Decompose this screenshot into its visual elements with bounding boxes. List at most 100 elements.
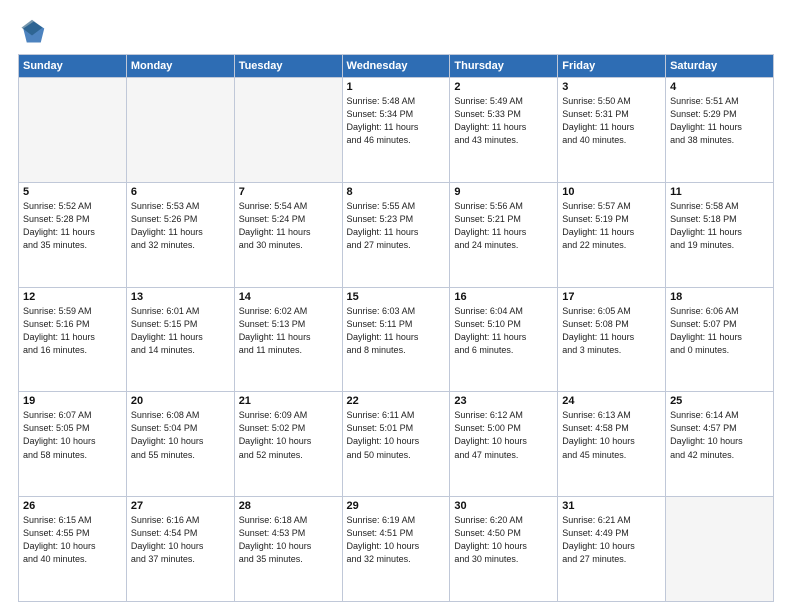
day-number: 29 [347, 500, 446, 512]
day-number: 17 [562, 291, 661, 303]
week-row-5: 26 Sunrise: 6:15 AM Sunset: 4:55 PM Dayli… [19, 497, 774, 602]
day-cell: 6 Sunrise: 5:53 AM Sunset: 5:26 PM Daylig… [126, 182, 234, 287]
day-number: 6 [131, 186, 230, 198]
day-number: 15 [347, 291, 446, 303]
day-info: Sunrise: 6:12 AM Sunset: 5:00 PM Dayligh… [454, 409, 553, 461]
day-number: 7 [239, 186, 338, 198]
day-number: 4 [670, 81, 769, 93]
weekday-header-row: SundayMondayTuesdayWednesdayThursdayFrid… [19, 55, 774, 78]
day-cell: 24Sunrise: 6:13 AM Sunset: 4:58 PM Dayli… [558, 392, 666, 497]
day-number: 3 [562, 81, 661, 93]
week-row-1: 1Sunrise: 5:48 AM Sunset: 5:34 PM Daylig… [19, 78, 774, 183]
day-number: 5 [23, 186, 122, 198]
day-number: 13 [131, 291, 230, 303]
day-info: Sunrise: 6:07 AM Sunset: 5:05 PM Dayligh… [23, 409, 122, 461]
day-cell: 18Sunrise: 6:06 AM Sunset: 5:07 PM Dayli… [666, 287, 774, 392]
day-info: Sunrise: 6:14 AM Sunset: 4:57 PM Dayligh… [670, 409, 769, 461]
day-number: 30 [454, 500, 553, 512]
day-cell: 4 Sunrise: 5:51 AM Sunset: 5:29 PM Daylig… [666, 78, 774, 183]
weekday-monday: Monday [126, 55, 234, 78]
weekday-saturday: Saturday [666, 55, 774, 78]
weekday-thursday: Thursday [450, 55, 558, 78]
day-info: Sunrise: 5:52 AM Sunset: 5:28 PM Dayligh… [23, 200, 122, 252]
day-cell: 31 Sunrise: 6:21 AM Sunset: 4:49 PM Dayli… [558, 497, 666, 602]
day-info: Sunrise: 5:48 AM Sunset: 5:34 PM Dayligh… [347, 95, 446, 147]
day-info: Sunrise: 6:01 AM Sunset: 5:15 PM Dayligh… [131, 305, 230, 357]
day-info: Sunrise: 6:11 AM Sunset: 5:01 PM Dayligh… [347, 409, 446, 461]
weekday-wednesday: Wednesday [342, 55, 450, 78]
day-number: 8 [347, 186, 446, 198]
day-cell: 7 Sunrise: 5:54 AM Sunset: 5:24 PM Daylig… [234, 182, 342, 287]
day-cell: 5 Sunrise: 5:52 AM Sunset: 5:28 PM Daylig… [19, 182, 127, 287]
day-info: Sunrise: 6:05 AM Sunset: 5:08 PM Dayligh… [562, 305, 661, 357]
day-info: Sunrise: 5:56 AM Sunset: 5:21 PM Dayligh… [454, 200, 553, 252]
day-info: Sunrise: 5:55 AM Sunset: 5:23 PM Dayligh… [347, 200, 446, 252]
day-number: 11 [670, 186, 769, 198]
day-number: 21 [239, 395, 338, 407]
day-cell: 12 Sunrise: 5:59 AM Sunset: 5:16 PM Dayli… [19, 287, 127, 392]
day-info: Sunrise: 6:16 AM Sunset: 4:54 PM Dayligh… [131, 514, 230, 566]
day-cell [126, 78, 234, 183]
day-cell: 20Sunrise: 6:08 AM Sunset: 5:04 PM Dayli… [126, 392, 234, 497]
day-info: Sunrise: 5:51 AM Sunset: 5:29 PM Dayligh… [670, 95, 769, 147]
weekday-sunday: Sunday [19, 55, 127, 78]
day-info: Sunrise: 6:21 AM Sunset: 4:49 PM Dayligh… [562, 514, 661, 566]
day-cell: 14 Sunrise: 6:02 AM Sunset: 5:13 PM Dayli… [234, 287, 342, 392]
day-info: Sunrise: 6:03 AM Sunset: 5:11 PM Dayligh… [347, 305, 446, 357]
day-info: Sunrise: 6:20 AM Sunset: 4:50 PM Dayligh… [454, 514, 553, 566]
day-info: Sunrise: 6:19 AM Sunset: 4:51 PM Dayligh… [347, 514, 446, 566]
day-cell: 22 Sunrise: 6:11 AM Sunset: 5:01 PM Dayli… [342, 392, 450, 497]
day-cell: 9 Sunrise: 5:56 AM Sunset: 5:21 PM Daylig… [450, 182, 558, 287]
day-cell: 16Sunrise: 6:04 AM Sunset: 5:10 PM Dayli… [450, 287, 558, 392]
day-info: Sunrise: 6:02 AM Sunset: 5:13 PM Dayligh… [239, 305, 338, 357]
day-cell: 25 Sunrise: 6:14 AM Sunset: 4:57 PM Dayli… [666, 392, 774, 497]
weekday-tuesday: Tuesday [234, 55, 342, 78]
day-number: 25 [670, 395, 769, 407]
day-cell [666, 497, 774, 602]
day-number: 20 [131, 395, 230, 407]
day-info: Sunrise: 6:15 AM Sunset: 4:55 PM Dayligh… [23, 514, 122, 566]
day-number: 9 [454, 186, 553, 198]
day-number: 31 [562, 500, 661, 512]
day-info: Sunrise: 5:59 AM Sunset: 5:16 PM Dayligh… [23, 305, 122, 357]
day-info: Sunrise: 6:06 AM Sunset: 5:07 PM Dayligh… [670, 305, 769, 357]
day-number: 19 [23, 395, 122, 407]
day-cell: 8 Sunrise: 5:55 AM Sunset: 5:23 PM Daylig… [342, 182, 450, 287]
week-row-4: 19 Sunrise: 6:07 AM Sunset: 5:05 PM Dayli… [19, 392, 774, 497]
day-number: 12 [23, 291, 122, 303]
day-cell: 26 Sunrise: 6:15 AM Sunset: 4:55 PM Dayli… [19, 497, 127, 602]
day-cell: 11 Sunrise: 5:58 AM Sunset: 5:18 PM Dayli… [666, 182, 774, 287]
day-cell: 19 Sunrise: 6:07 AM Sunset: 5:05 PM Dayli… [19, 392, 127, 497]
day-number: 22 [347, 395, 446, 407]
day-number: 2 [454, 81, 553, 93]
day-info: Sunrise: 6:09 AM Sunset: 5:02 PM Dayligh… [239, 409, 338, 461]
day-number: 28 [239, 500, 338, 512]
calendar-table: SundayMondayTuesdayWednesdayThursdayFrid… [18, 54, 774, 602]
day-number: 16 [454, 291, 553, 303]
week-row-3: 12 Sunrise: 5:59 AM Sunset: 5:16 PM Dayli… [19, 287, 774, 392]
day-number: 14 [239, 291, 338, 303]
day-info: Sunrise: 5:54 AM Sunset: 5:24 PM Dayligh… [239, 200, 338, 252]
day-cell: 28 Sunrise: 6:18 AM Sunset: 4:53 PM Dayli… [234, 497, 342, 602]
week-row-2: 5 Sunrise: 5:52 AM Sunset: 5:28 PM Daylig… [19, 182, 774, 287]
day-number: 10 [562, 186, 661, 198]
day-cell: 15 Sunrise: 6:03 AM Sunset: 5:11 PM Dayli… [342, 287, 450, 392]
day-cell: 3 Sunrise: 5:50 AM Sunset: 5:31 PM Daylig… [558, 78, 666, 183]
day-number: 26 [23, 500, 122, 512]
day-info: Sunrise: 5:50 AM Sunset: 5:31 PM Dayligh… [562, 95, 661, 147]
day-info: Sunrise: 5:53 AM Sunset: 5:26 PM Dayligh… [131, 200, 230, 252]
day-info: Sunrise: 5:57 AM Sunset: 5:19 PM Dayligh… [562, 200, 661, 252]
day-cell [19, 78, 127, 183]
day-number: 27 [131, 500, 230, 512]
day-number: 24 [562, 395, 661, 407]
logo [18, 18, 50, 46]
day-cell: 23Sunrise: 6:12 AM Sunset: 5:00 PM Dayli… [450, 392, 558, 497]
day-info: Sunrise: 6:18 AM Sunset: 4:53 PM Dayligh… [239, 514, 338, 566]
day-cell: 13 Sunrise: 6:01 AM Sunset: 5:15 PM Dayli… [126, 287, 234, 392]
day-cell: 2 Sunrise: 5:49 AM Sunset: 5:33 PM Daylig… [450, 78, 558, 183]
day-cell: 17 Sunrise: 6:05 AM Sunset: 5:08 PM Dayli… [558, 287, 666, 392]
day-info: Sunrise: 5:58 AM Sunset: 5:18 PM Dayligh… [670, 200, 769, 252]
day-cell: 21 Sunrise: 6:09 AM Sunset: 5:02 PM Dayli… [234, 392, 342, 497]
weekday-friday: Friday [558, 55, 666, 78]
day-info: Sunrise: 5:49 AM Sunset: 5:33 PM Dayligh… [454, 95, 553, 147]
